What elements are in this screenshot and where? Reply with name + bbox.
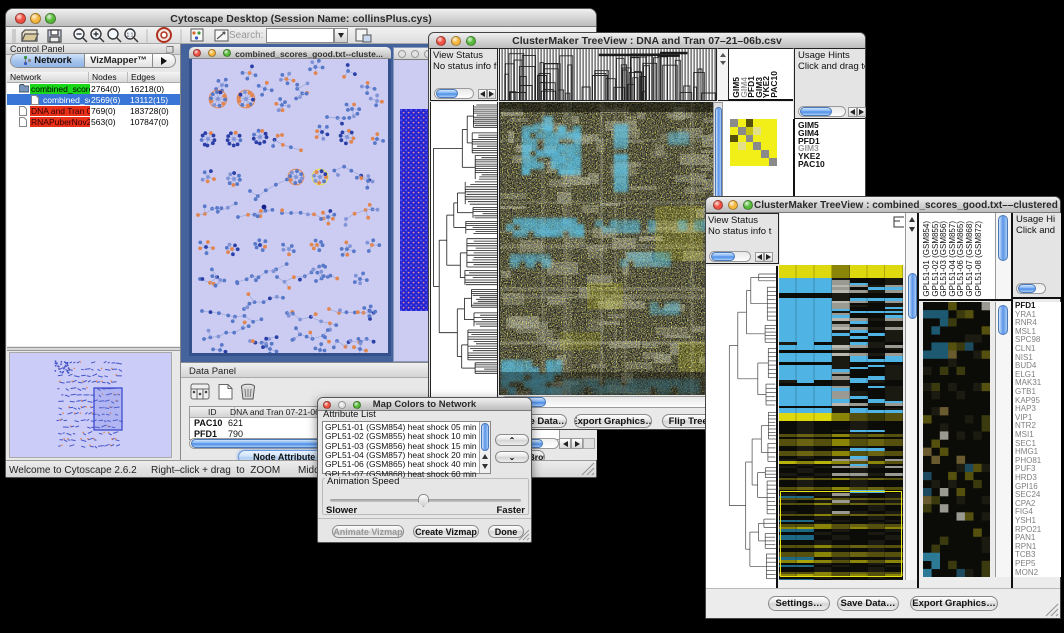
svg-text:Search:: Search: [229, 30, 263, 41]
svg-text:1:1: 1:1 [127, 33, 134, 39]
